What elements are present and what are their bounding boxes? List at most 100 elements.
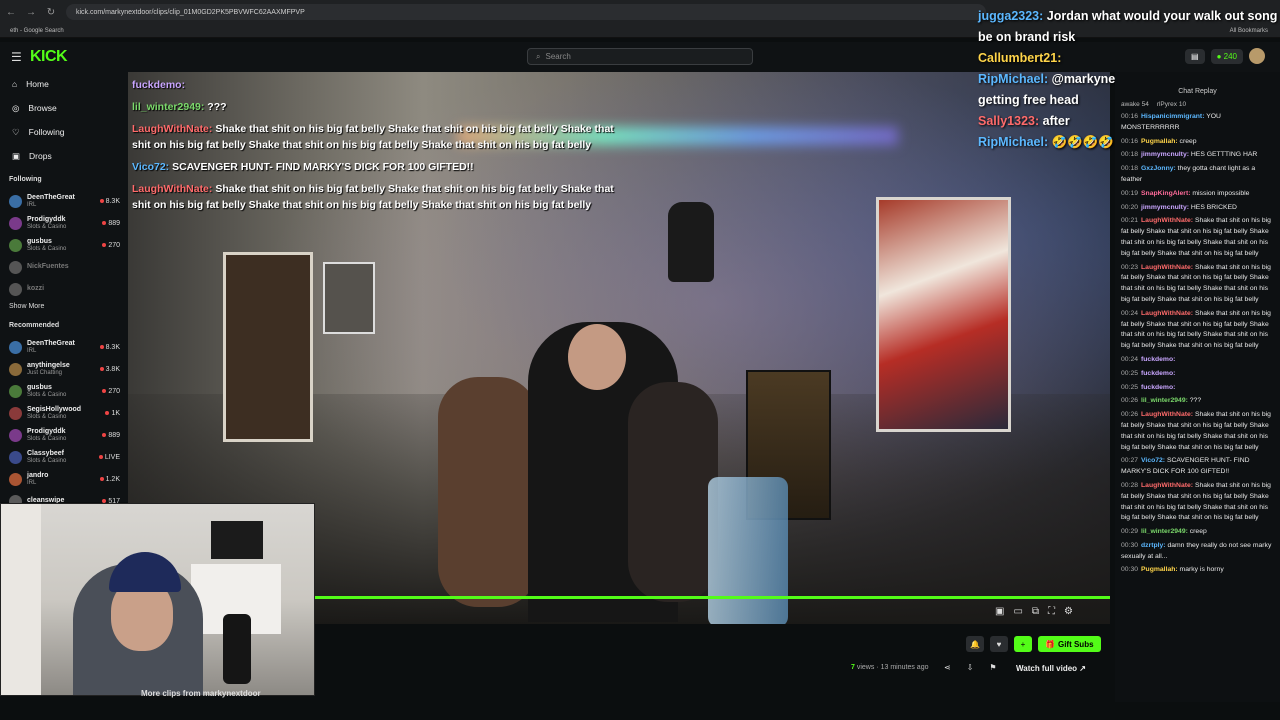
channel-viewers: 8.3K <box>99 344 120 351</box>
chat-username[interactable]: fuckdemo: <box>1141 384 1175 391</box>
channel-avatar <box>9 216 22 230</box>
chat-username[interactable]: jimmymcnulty: <box>1141 204 1189 211</box>
bookmark-eth[interactable]: eth - Google Search <box>10 28 64 34</box>
overlay-chat-message: lil_winter2949: ??? <box>132 99 632 115</box>
chat-username[interactable]: fuckdemo: <box>1141 356 1175 363</box>
channel-category: IRL <box>27 347 37 354</box>
chat-username[interactable]: LaughWithNate: <box>1141 264 1193 271</box>
overlay-chat-message: LaughWithNate: Shake that shit on his bi… <box>132 121 632 153</box>
channel-item[interactable]: gusbus Slots & Casino 270 <box>0 234 128 256</box>
kick-logo[interactable]: KICK <box>30 48 68 66</box>
chat-username[interactable]: LaughWithNate: <box>1141 411 1193 418</box>
channel-item[interactable]: DeenTheGreat IRL 8.3K <box>0 336 128 358</box>
following-heading: Following <box>9 176 42 183</box>
report-icon[interactable]: ⚑ <box>989 663 996 672</box>
stream-chat-text: 🤣🤣🤣🤣 <box>1048 135 1114 149</box>
channel-viewers: 3.8K <box>99 365 120 373</box>
chat-username[interactable]: jimmymcnulty: <box>1141 151 1189 158</box>
channel-item[interactable]: Prodigyddk Slots & Casino 889 <box>0 424 128 446</box>
sidebar-nav-following[interactable]: ♡ Following <box>0 120 128 144</box>
subscribe-plus-icon[interactable]: + <box>1014 636 1032 652</box>
settings-icon[interactable]: ⚙ <box>1064 606 1073 617</box>
chat-username[interactable]: lil_winter2949: <box>1141 528 1188 535</box>
fullscreen-icon[interactable]: ⛶ <box>1048 606 1055 617</box>
live-dot-icon <box>99 367 104 371</box>
channel-name: Prodigyddk <box>27 427 66 435</box>
overlay-chat-message: LaughWithNate: Shake that shit on his bi… <box>132 181 632 213</box>
watch-full-video-link[interactable]: Watch full video ↗ <box>1016 664 1086 673</box>
back-icon[interactable]: ← <box>6 7 16 18</box>
reload-icon[interactable]: ↻ <box>46 7 56 18</box>
channel-avatar <box>9 406 22 420</box>
live-dot-icon <box>99 477 104 481</box>
channel-category: Slots & Casino <box>27 413 67 420</box>
chat-replay-message: 00:21 LaughWithNate: Shake that shit on h… <box>1121 216 1274 259</box>
channel-item[interactable]: DeenTheGreat IRL 8.3K <box>0 190 128 212</box>
channel-avatar <box>9 384 22 398</box>
channel-item[interactable]: jandro IRL 1.2K <box>0 468 128 490</box>
chat-username[interactable]: LaughWithNate: <box>1141 217 1193 224</box>
chat-username[interactable]: fuckdemo: <box>1141 370 1175 377</box>
share-icon[interactable]: ⋖ <box>944 663 951 672</box>
views-count: 7 <box>851 664 855 671</box>
miniplayer-icon[interactable]: ▣ <box>995 606 1004 617</box>
hamburger-menu-icon[interactable]: ☰ <box>11 50 22 64</box>
theater-icon[interactable]: ▭ <box>1013 606 1022 617</box>
chat-username[interactable]: Pugmallah: <box>1141 138 1178 145</box>
chat-timestamp: 00:25 <box>1121 383 1139 391</box>
sidebar-nav-home[interactable]: ⌂ Home <box>0 72 128 96</box>
channel-item[interactable]: Prodigyddk Slots & Casino 889 <box>0 212 128 234</box>
channel-item[interactable]: gusbus Slots & Casino 270 <box>0 380 128 402</box>
download-icon[interactable]: ⇩ <box>967 663 974 672</box>
chat-text: HES BRICKED <box>1188 203 1237 211</box>
live-dot-icon <box>102 243 107 247</box>
channel-info: kozzi <box>27 285 44 293</box>
search-input[interactable]: ⌕ Search <box>527 48 753 65</box>
chat-username[interactable]: LaughWithNate: <box>1141 482 1193 489</box>
channel-item[interactable]: NickFuentes <box>0 256 128 278</box>
chat-timestamp: 00:23 <box>1121 263 1139 271</box>
stream-chat-username: RipMichael: <box>978 72 1049 86</box>
channel-avatar <box>9 450 22 464</box>
pip-icon[interactable]: ⧉ <box>1032 606 1039 617</box>
sidebar-nav-label: Home <box>26 79 49 89</box>
chat-username[interactable]: LaughWithNate: <box>1141 310 1193 317</box>
channel-item[interactable]: kozzi <box>0 278 128 300</box>
sidebar-nav-browse[interactable]: ◎ Browse <box>0 96 128 120</box>
chat-timestamp: 00:24 <box>1121 309 1139 317</box>
channel-viewer-count: 3.8K <box>105 365 120 373</box>
chat-replay-message: 00:28 LaughWithNate: Shake that shit on h… <box>1121 481 1274 524</box>
overlay-chat-text: ??? <box>204 101 227 113</box>
channel-item[interactable]: anythingelse Just Chatting 3.8K <box>0 358 128 380</box>
chat-username[interactable]: lil_winter2949: <box>1141 397 1188 404</box>
forward-icon[interactable]: → <box>26 7 36 18</box>
chat-username[interactable]: Pugmallah: <box>1141 566 1178 573</box>
follow-heart-icon[interactable]: ♥ <box>990 636 1008 652</box>
chat-timestamp: 00:21 <box>1121 217 1139 225</box>
sidebar-nav-label: Drops <box>29 151 52 161</box>
gift-subs-button[interactable]: 🎁 Gift Subs <box>1038 636 1101 652</box>
channel-info: Classybeef Slots & Casino <box>27 450 66 465</box>
chat-username[interactable]: SnapKingAlert: <box>1141 190 1190 197</box>
chat-timestamp: 00:24 <box>1121 355 1139 363</box>
channel-info: NickFuentes <box>27 263 69 271</box>
overlay-chat-message: fuckdemo: <box>132 77 632 93</box>
chat-username[interactable]: GxzJonny: <box>1141 165 1176 172</box>
channel-viewer-count: 889 <box>108 431 120 439</box>
chat-username[interactable]: dzrtply: <box>1141 542 1166 549</box>
compass-icon: ◎ <box>12 102 20 113</box>
channel-actions: 🔔 ♥ + 🎁 Gift Subs <box>966 636 1101 652</box>
show-more-button[interactable]: Show More <box>0 300 128 314</box>
channel-item[interactable]: Classybeef Slots & Casino LIVE <box>0 446 128 468</box>
chat-top-gifters: awake 54 rlPyrex 10 <box>1121 98 1274 112</box>
channel-item[interactable]: SegisHollywood Slots & Casino 1K <box>0 402 128 424</box>
chat-replay-message: 00:16 Pugmallah: creep <box>1121 137 1274 148</box>
overlay-chat-username: LaughWithNate: <box>132 183 213 195</box>
sidebar-nav-drops[interactable]: ▣ Drops <box>0 144 128 168</box>
notification-bell-icon[interactable]: 🔔 <box>966 636 984 652</box>
chat-username[interactable]: Vico72: <box>1141 457 1165 464</box>
chat-username[interactable]: Hispanicimmigrant: <box>1141 113 1204 120</box>
top-gifter-badge[interactable]: awake 54 <box>1121 100 1149 111</box>
address-bar[interactable]: kick.com/markynextdoor/clips/clip_01M0GD… <box>66 4 986 20</box>
top-gifter-badge[interactable]: rlPyrex 10 <box>1157 100 1186 111</box>
